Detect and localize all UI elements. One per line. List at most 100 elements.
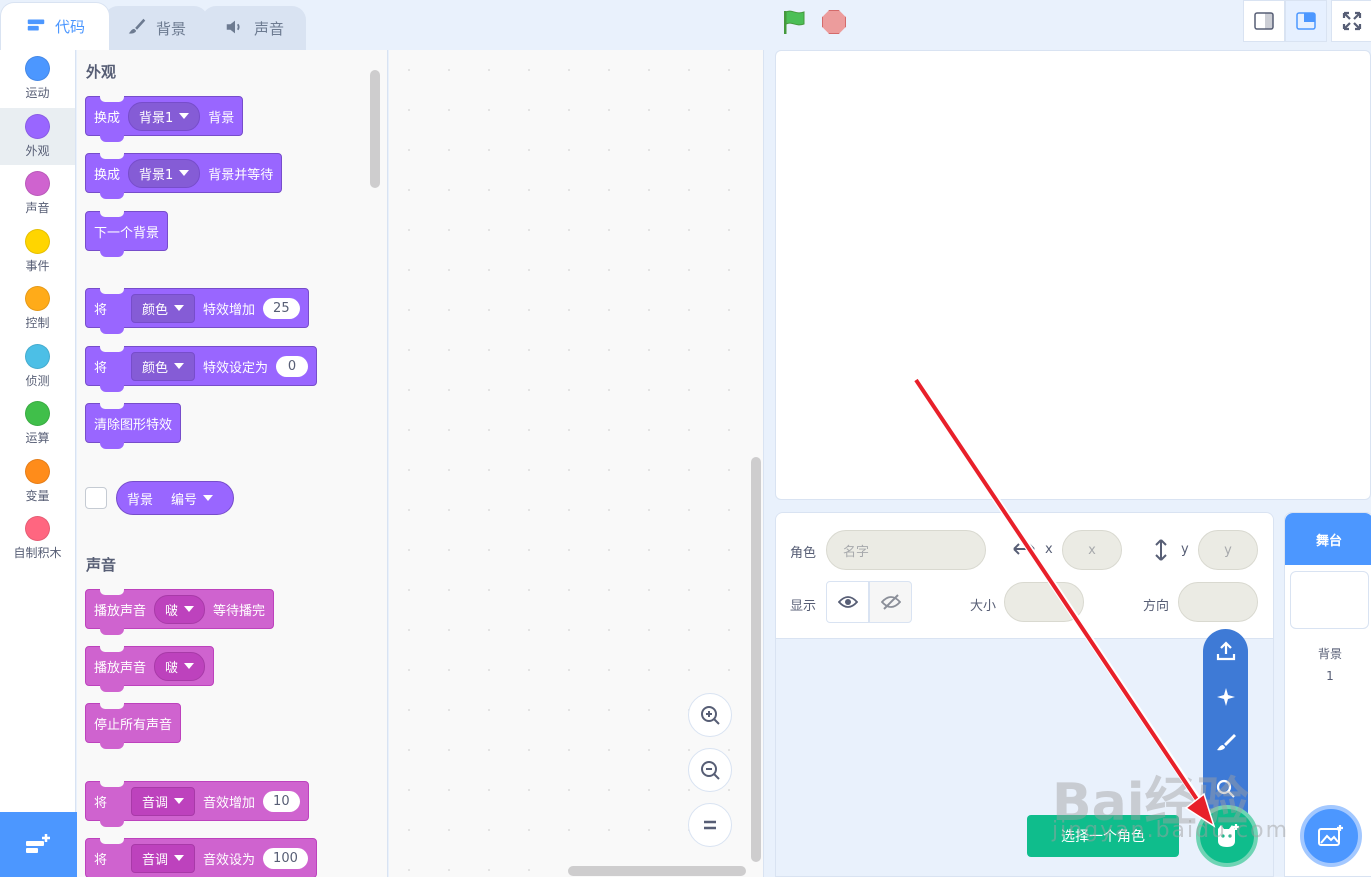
backdrop-attribute-dropdown[interactable]: 编号 <box>161 485 223 512</box>
category-dot <box>25 228 50 254</box>
x-input[interactable]: x <box>1062 530 1122 570</box>
paint-sprite-button[interactable] <box>1214 731 1238 755</box>
caret-down-icon <box>174 363 185 369</box>
upload-sprite-button[interactable] <box>1214 639 1238 663</box>
block-next-backdrop[interactable]: 下一个背景 <box>85 211 169 257</box>
zoom-reset-button[interactable] <box>688 803 732 847</box>
add-backdrop-button[interactable] <box>1300 805 1362 867</box>
tab-sounds[interactable]: 声音 <box>202 6 306 50</box>
category-dot <box>25 458 50 484</box>
workspace-horizontal-scrollbar[interactable] <box>568 866 746 876</box>
stage-title: 舞台 <box>1285 513 1371 565</box>
show-sprite-button[interactable] <box>826 581 869 623</box>
sound-effect-dropdown[interactable]: 音调 <box>131 786 196 816</box>
block-switch-backdrop-wait[interactable]: 换成 背景1 背景并等待 <box>85 153 283 199</box>
tab-label: 代码 <box>54 18 85 36</box>
sprite-name-input[interactable]: 名字 <box>826 530 986 570</box>
palette-section-looks: 外观 <box>86 63 117 81</box>
zoom-in-button[interactable] <box>688 693 732 737</box>
block-stop-all-sounds[interactable]: 停止所有声音 <box>85 703 182 749</box>
monitor-checkbox[interactable] <box>85 487 107 509</box>
direction-label: 方向 <box>1143 599 1170 614</box>
hide-sprite-button[interactable] <box>869 581 912 623</box>
backdrop-dropdown[interactable]: 背景1 <box>128 101 201 131</box>
caret-down-icon <box>174 855 185 861</box>
zoom-out-button[interactable] <box>688 748 732 792</box>
sound-dropdown[interactable]: 啵 <box>154 594 206 624</box>
stage-canvas[interactable] <box>775 50 1371 500</box>
block-clear-effects[interactable]: 清除图形特效 <box>85 403 182 449</box>
effect-dropdown[interactable]: 颜色 <box>131 351 196 381</box>
reporter-backdrop-number[interactable]: 背景 编号 <box>116 481 235 515</box>
category-operators[interactable]: 运算 <box>0 395 75 453</box>
effect-amount-input[interactable]: 25 <box>263 297 300 319</box>
tab-backdrops[interactable]: 背景 <box>104 6 208 50</box>
backdrop-dropdown[interactable]: 背景1 <box>128 158 201 188</box>
tab-code[interactable]: 代码 <box>0 2 110 50</box>
category-control[interactable]: 控制 <box>0 280 75 338</box>
effect-dropdown[interactable]: 颜色 <box>131 293 196 323</box>
y-label: y <box>1181 542 1189 557</box>
block-change-sound-effect[interactable]: 将 音调 音效增加 10 <box>85 781 309 827</box>
zoom-out-icon <box>701 761 720 780</box>
palette-scrollbar[interactable] <box>370 70 380 188</box>
fullscreen-button[interactable] <box>1331 0 1371 42</box>
sprite-info: 角色 名字 x x y y 显示 大小 方向 <box>776 513 1273 639</box>
eye-slash-icon <box>880 594 901 610</box>
category-dot <box>25 343 50 369</box>
category-motion[interactable]: 运动 <box>0 50 75 108</box>
normal-stage-button[interactable] <box>1285 0 1327 42</box>
caret-down-icon <box>179 113 190 119</box>
add-extension-button[interactable] <box>0 812 77 877</box>
category-dot <box>25 56 50 82</box>
block-set-sound-effect[interactable]: 将 音调 音效设为 100 <box>85 838 317 877</box>
paintbrush-icon <box>1216 734 1236 751</box>
sprite-label: 角色 <box>790 546 817 561</box>
x-label: x <box>1045 542 1053 557</box>
add-extension-icon <box>25 833 50 853</box>
green-flag-icon[interactable] <box>780 8 808 36</box>
sound-effect-amount-input[interactable]: 10 <box>263 790 300 812</box>
category-dot <box>25 113 50 139</box>
speaker-icon <box>224 16 246 42</box>
block-set-effect[interactable]: 将 颜色 特效设定为 0 <box>85 346 318 392</box>
block-start-sound[interactable]: 播放声音 啵 <box>85 646 215 692</box>
watermark-url: jingyan.baidu.com <box>1052 818 1290 843</box>
caret-down-icon <box>179 170 190 176</box>
block-switch-backdrop[interactable]: 换成 背景1 背景 <box>85 96 244 142</box>
editor-tabs: 代码 背景 声音 <box>0 0 306 50</box>
size-label: 大小 <box>970 599 997 614</box>
caret-down-icon <box>174 798 185 804</box>
category-dot <box>25 516 50 542</box>
category-my-blocks[interactable]: 自制积木 <box>0 510 75 568</box>
category-sensing[interactable]: 侦测 <box>0 338 75 396</box>
surprise-sprite-button[interactable] <box>1214 685 1238 709</box>
caret-down-icon <box>184 663 195 669</box>
category-menu: 运动 外观 声音 事件 控制 侦测 运算 变量 自制积木 <box>0 50 76 812</box>
sound-dropdown[interactable]: 啵 <box>154 651 206 681</box>
block-change-effect[interactable]: 将 颜色 特效增加 25 <box>85 288 309 334</box>
sound-effect-dropdown[interactable]: 音调 <box>131 843 196 873</box>
caret-down-icon <box>184 606 195 612</box>
caret-down-icon <box>203 495 214 501</box>
size-input[interactable] <box>1004 582 1084 622</box>
sound-effect-value-input[interactable]: 100 <box>263 847 308 869</box>
category-sound[interactable]: 声音 <box>0 165 75 223</box>
workspace-vertical-scrollbar[interactable] <box>751 457 761 862</box>
show-label: 显示 <box>790 599 817 614</box>
eye-icon <box>837 596 858 608</box>
stop-icon[interactable] <box>820 8 848 36</box>
direction-input[interactable] <box>1178 582 1258 622</box>
sparkle-icon <box>1216 688 1235 706</box>
category-looks[interactable]: 外观 <box>0 107 75 165</box>
small-stage-button[interactable] <box>1243 0 1285 42</box>
effect-value-input[interactable]: 0 <box>276 355 309 377</box>
backdrops-label: 背景 <box>1317 647 1342 661</box>
block-play-sound-until-done[interactable]: 播放声音 啵 等待播完 <box>85 589 275 635</box>
category-variables[interactable]: 变量 <box>0 453 75 511</box>
code-icon <box>25 14 47 40</box>
category-dot <box>25 286 50 312</box>
y-input[interactable]: y <box>1198 530 1258 570</box>
equals-icon <box>704 820 716 830</box>
category-events[interactable]: 事件 <box>0 223 75 281</box>
